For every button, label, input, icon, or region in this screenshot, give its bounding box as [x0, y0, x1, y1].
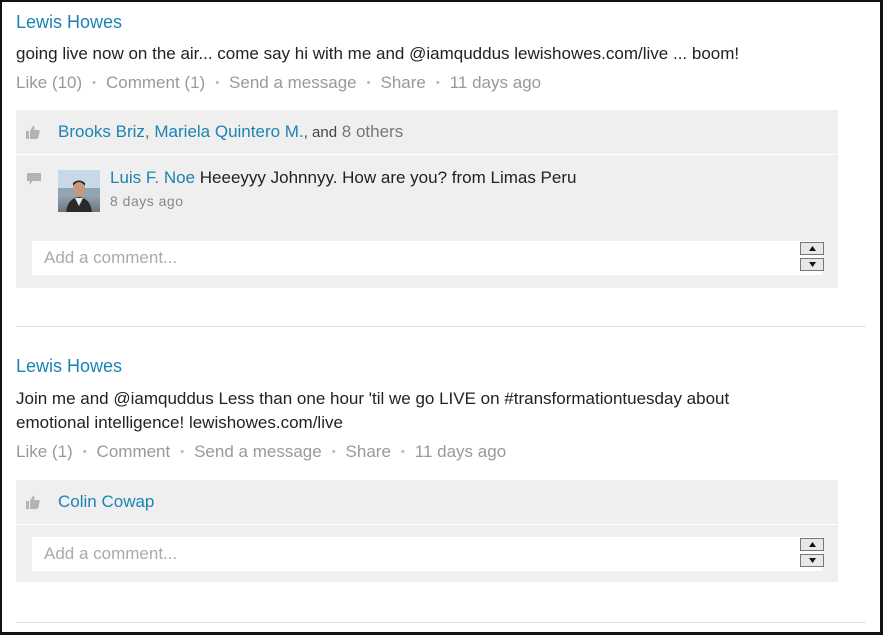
- comment-text: Heeeyyy Johnnyy. How are you? from Limas…: [199, 168, 577, 187]
- arrow-down-icon: [809, 558, 816, 563]
- post-divider: [16, 622, 866, 623]
- liker-link[interactable]: Colin Cowap: [58, 492, 154, 511]
- avatar-person-image: [58, 170, 100, 212]
- separator-dot: •: [435, 77, 440, 89]
- send-message-link[interactable]: Send a message: [229, 71, 357, 95]
- scroll-up-button[interactable]: [800, 242, 824, 255]
- post-divider: [16, 326, 866, 327]
- separator-dot: •: [331, 446, 336, 458]
- speech-bubble-icon: [27, 173, 41, 185]
- comment-text-line: Luis F. Noe Heeeyyy Johnnyy. How are you…: [110, 166, 576, 190]
- likers-names: Colin Cowap: [58, 480, 154, 524]
- arrow-up-icon: [809, 542, 816, 547]
- avatar[interactable]: [58, 170, 100, 212]
- share-link[interactable]: Share: [346, 440, 391, 464]
- post-timestamp: 11 days ago: [414, 442, 507, 461]
- arrow-down-icon: [809, 262, 816, 267]
- post-activity-panel: Brooks Briz, Mariela Quintero M., and 8 …: [16, 110, 838, 288]
- thumbs-up-icon: [26, 125, 40, 139]
- likers-and-text: , and: [303, 124, 338, 141]
- scroll-down-button[interactable]: [800, 554, 824, 567]
- separator-dot: •: [92, 77, 96, 89]
- add-comment-input[interactable]: [32, 537, 822, 571]
- separator-dot: •: [180, 446, 185, 458]
- likers-others-link[interactable]: 8 others: [342, 122, 403, 141]
- feed-post: Lewis Howes Join me and @iamquddus Less …: [16, 354, 866, 582]
- share-link[interactable]: Share: [381, 71, 426, 95]
- liker-separator: ,: [144, 122, 150, 141]
- post-author-link[interactable]: Lewis Howes: [16, 354, 866, 378]
- scroll-down-button[interactable]: [800, 258, 824, 271]
- feed-post: Lewis Howes going live now on the air...…: [16, 10, 866, 288]
- liker-link[interactable]: Mariela Quintero M.: [154, 122, 303, 141]
- post-timestamp: 11 days ago: [449, 73, 542, 92]
- post-text: going live now on the air... come say hi…: [16, 44, 740, 63]
- post-author-link[interactable]: Lewis Howes: [16, 10, 866, 34]
- likers-row: Brooks Briz, Mariela Quintero M., and 8 …: [16, 110, 838, 155]
- comment-link[interactable]: Comment: [97, 440, 171, 464]
- like-link[interactable]: Like (10): [16, 71, 82, 95]
- likers-row: Colin Cowap: [16, 480, 838, 525]
- likers-names: Brooks Briz, Mariela Quintero M., and 8 …: [58, 110, 403, 155]
- post-actions: Like (10) • Comment (1) • Send a message • Sha…: [16, 71, 866, 95]
- post-text: Join me and @iamquddus Less than one hou…: [16, 389, 730, 408]
- arrow-up-icon: [809, 246, 816, 251]
- post-activity-panel: Colin Cowap: [16, 480, 838, 582]
- separator-dot: •: [366, 77, 371, 89]
- commenter-link[interactable]: Luis F. Noe: [110, 168, 195, 187]
- liker-link[interactable]: Brooks Briz: [58, 122, 145, 141]
- separator-dot: •: [82, 446, 87, 458]
- post-text-line2: emotional intelligence! lewishowes.com/l…: [16, 413, 343, 432]
- separator-dot: •: [400, 446, 405, 458]
- send-message-link[interactable]: Send a message: [194, 440, 322, 464]
- thumbs-up-icon: [26, 495, 40, 509]
- comment-timestamp: 8 days ago: [110, 193, 184, 209]
- like-link[interactable]: Like (1): [16, 440, 73, 464]
- comment-item: Luis F. Noe Heeeyyy Johnnyy. How are you…: [16, 155, 838, 235]
- add-comment-input[interactable]: [32, 241, 822, 275]
- separator-dot: •: [215, 77, 220, 89]
- scroll-up-button[interactable]: [800, 538, 824, 551]
- comment-link[interactable]: Comment (1): [106, 71, 205, 95]
- post-actions: Like (1) • Comment • Send a message • Share • 11…: [16, 440, 866, 464]
